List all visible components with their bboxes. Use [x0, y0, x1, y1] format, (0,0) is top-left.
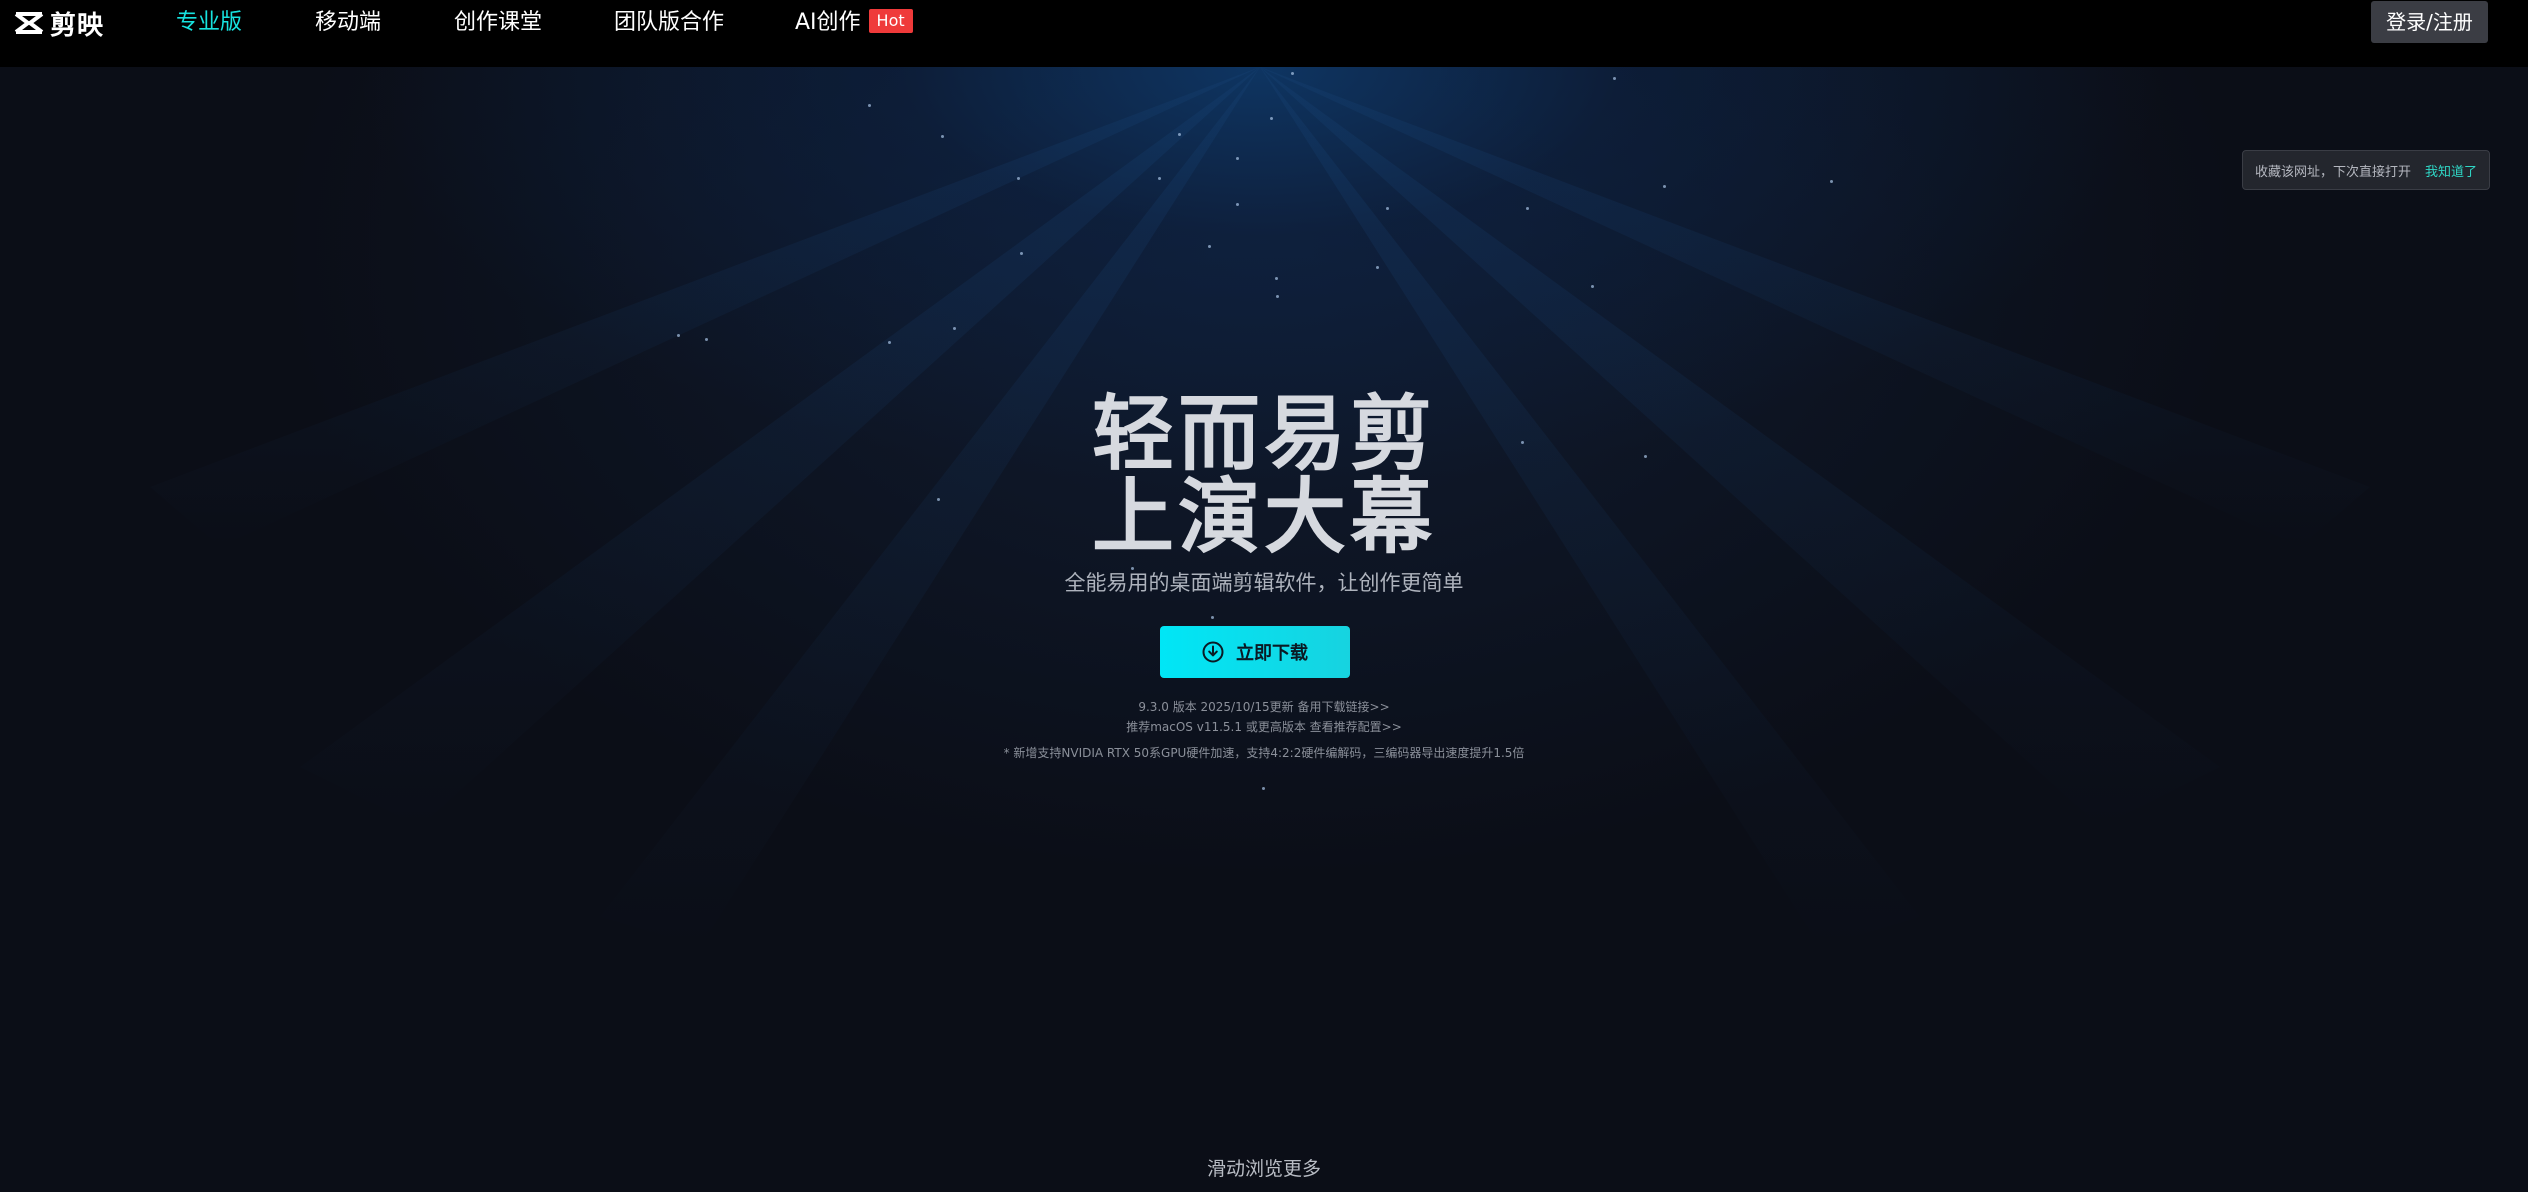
feature-note: * 新增支持NVIDIA RTX 50系GPU硬件加速，支持4:2:2硬件编解码… [1003, 746, 1525, 760]
download-circle-icon [1202, 641, 1224, 663]
nav-item-mobile[interactable]: 移动端 [315, 6, 381, 40]
system-info: 推荐macOS v11.5.1 或更高版本 查看推荐配置>> [0, 718, 2528, 735]
hot-badge: Hot [868, 9, 913, 33]
nav-item-team[interactable]: 团队版合作 [614, 6, 724, 40]
version-text: 9.3.0 版本 2025/10/15更新 [1138, 700, 1294, 714]
tooltip-dismiss-button[interactable]: 我知道了 [2425, 161, 2477, 180]
backup-download-link[interactable]: 备用下载链接>> [1298, 700, 1390, 714]
logo[interactable]: 剪映 [14, 6, 105, 41]
download-button-label: 立即下载 [1236, 643, 1308, 664]
nav-item-course[interactable]: 创作课堂 [454, 6, 542, 40]
top-nav: 剪映 专业版 移动端 创作课堂 团队版合作 AI创作 Hot 登录/注册 [0, 0, 2528, 67]
nav-item-pro[interactable]: 专业版 [176, 6, 242, 40]
version-info: 9.3.0 版本 2025/10/15更新 备用下载链接>> [0, 698, 2528, 715]
nav-item-ai-label: AI创作 [795, 10, 861, 35]
headline-line-2: 上演大幕 [1091, 470, 1436, 565]
nav-item-ai[interactable]: AI创作 Hot [795, 6, 913, 40]
login-button[interactable]: 登录/注册 [2371, 1, 2488, 43]
hero-subtitle: 全能易用的桌面端剪辑软件，让创作更简单 [1064, 571, 1464, 595]
logo-text: 剪映 [50, 10, 105, 41]
bookmark-tooltip: 收藏该网址，下次直接打开 我知道了 [2242, 150, 2490, 190]
scroll-hint[interactable]: 滑动浏览更多 [0, 1154, 2528, 1181]
tooltip-text: 收藏该网址，下次直接打开 [2255, 164, 2412, 180]
system-text: 推荐macOS v11.5.1 或更高版本 [1126, 720, 1306, 734]
recommended-config-link[interactable]: 查看推荐配置>> [1310, 720, 1402, 734]
download-button[interactable]: 立即下载 [1160, 626, 1350, 678]
hero-section: 收藏该网址，下次直接打开 我知道了 轻而易剪 上演大幕 全能易用的桌面端剪辑软件… [0, 67, 2528, 1192]
capcut-logo-icon [14, 12, 44, 34]
scrollbar[interactable] [2520, 0, 2528, 67]
